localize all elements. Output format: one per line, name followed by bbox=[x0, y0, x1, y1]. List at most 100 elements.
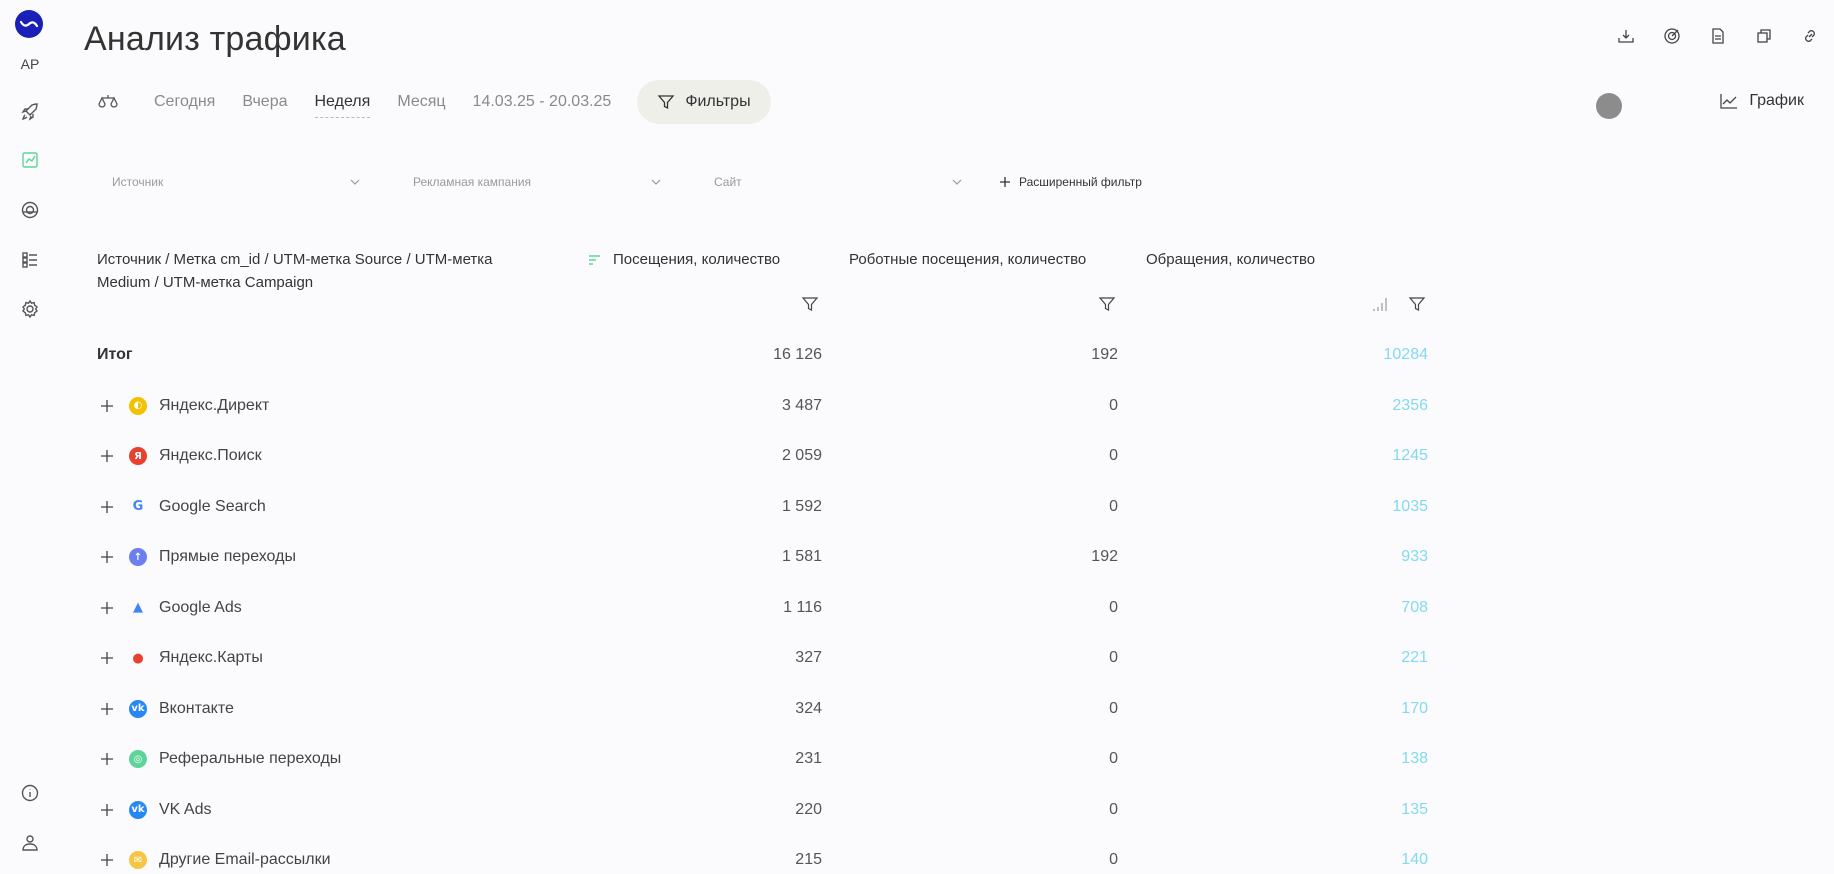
source-name[interactable]: Яндекс.Карты bbox=[159, 649, 263, 667]
line-chart-icon bbox=[1720, 94, 1738, 109]
row-robot-visits: 0 bbox=[1109, 750, 1118, 768]
row-visits: 1 592 bbox=[781, 497, 822, 515]
filter-leads-icon[interactable] bbox=[1407, 294, 1427, 314]
source-name[interactable]: Реферальные переходы bbox=[159, 750, 341, 768]
table-row-0: ◐ Яндекс.Директ 3 487 0 2356 bbox=[0, 381, 1834, 432]
source-name[interactable]: Google Ads bbox=[159, 599, 242, 617]
row-robot-visits: 0 bbox=[1109, 851, 1118, 869]
source-dropdown[interactable]: Источник bbox=[96, 170, 376, 194]
chart-button[interactable]: График bbox=[1719, 92, 1804, 110]
period-yesterday[interactable]: Вчера bbox=[242, 87, 287, 117]
row-leads[interactable]: 135 bbox=[1228, 785, 1428, 836]
table-row-3: ↑ Прямые переходы 1 581 192 933 bbox=[0, 532, 1834, 583]
yandex-direct-icon: ◐ bbox=[129, 396, 147, 415]
table-row-total: Итог 16 126 192 10284 bbox=[0, 330, 1834, 381]
row-visits: 220 bbox=[795, 800, 822, 818]
user-initials[interactable]: AP bbox=[0, 56, 60, 72]
advanced-filter-label: Расширенный фильтр bbox=[1019, 175, 1142, 189]
source-name[interactable]: Другие Email-рассылки bbox=[159, 851, 331, 869]
row-visits: 231 bbox=[795, 750, 822, 768]
row-robot-visits: 0 bbox=[1109, 649, 1118, 667]
analytics-icon[interactable] bbox=[19, 149, 41, 171]
chevron-down-icon bbox=[651, 179, 661, 185]
download-icon[interactable] bbox=[1616, 26, 1636, 46]
filter-robot-visits-icon[interactable] bbox=[1097, 294, 1117, 314]
source-name[interactable]: Прямые переходы bbox=[159, 548, 296, 566]
copy-icon[interactable] bbox=[1754, 26, 1774, 46]
chart-label: График bbox=[1749, 92, 1804, 109]
table-row-6: vk Вконтакте 324 0 170 bbox=[0, 684, 1834, 735]
column-robot-visits[interactable]: Роботные посещения, количество bbox=[849, 248, 1086, 271]
expand-plus-icon[interactable] bbox=[97, 749, 117, 769]
row-visits: 1 581 bbox=[781, 548, 822, 566]
bars-icon[interactable] bbox=[1370, 294, 1390, 314]
column-dimension[interactable]: Источник / Метка cm_id / UTM-метка Sourc… bbox=[97, 248, 547, 294]
goal-icon[interactable] bbox=[1662, 26, 1682, 46]
period-today[interactable]: Сегодня bbox=[154, 87, 215, 117]
expand-plus-icon[interactable] bbox=[97, 547, 117, 567]
source-name[interactable]: Яндекс.Директ bbox=[159, 397, 269, 415]
link-icon[interactable] bbox=[1800, 26, 1820, 46]
row-robot-visits: 0 bbox=[1109, 396, 1118, 414]
yandex-search-icon: Я bbox=[129, 447, 147, 466]
table-row-5: ● Яндекс.Карты 327 0 221 bbox=[0, 633, 1834, 684]
date-range[interactable]: 14.03.25 - 20.03.25 bbox=[473, 93, 612, 111]
row-robot-visits: 0 bbox=[1109, 497, 1118, 515]
row-leads[interactable]: 1245 bbox=[1228, 431, 1428, 482]
expand-plus-icon[interactable] bbox=[97, 699, 117, 719]
rocket-icon[interactable] bbox=[19, 101, 41, 123]
expand-plus-icon[interactable] bbox=[97, 497, 117, 517]
campaign-dropdown-label: Рекламная кампания bbox=[413, 175, 532, 189]
source-name[interactable]: Вконтакте bbox=[159, 700, 234, 718]
row-leads[interactable]: 138 bbox=[1228, 734, 1428, 785]
site-dropdown[interactable]: Сайт bbox=[698, 170, 978, 194]
period-week[interactable]: Неделя bbox=[314, 87, 371, 118]
chevron-down-icon bbox=[350, 179, 360, 185]
row-leads[interactable]: 2356 bbox=[1228, 381, 1428, 432]
source-name[interactable]: Яндекс.Поиск bbox=[159, 447, 262, 465]
row-robot-visits: 0 bbox=[1109, 447, 1118, 465]
expand-plus-icon[interactable] bbox=[97, 396, 117, 416]
table-row-2: G Google Search 1 592 0 1035 bbox=[0, 482, 1834, 533]
source-name[interactable]: Google Search bbox=[159, 498, 266, 516]
column-visits[interactable]: Посещения, количество bbox=[588, 248, 780, 271]
row-leads[interactable]: 140 bbox=[1228, 835, 1428, 874]
expand-plus-icon[interactable] bbox=[97, 800, 117, 820]
column-leads[interactable]: Обращения, количество bbox=[1146, 248, 1315, 271]
row-leads[interactable]: 221 bbox=[1228, 633, 1428, 684]
table-body: Итог 16 126 192 10284 ◐ Яндекс.Директ 3 … bbox=[0, 330, 1834, 874]
source-name[interactable]: VK Ads bbox=[159, 801, 211, 819]
compare-scales-icon[interactable] bbox=[96, 90, 120, 114]
row-robot-visits: 0 bbox=[1109, 598, 1118, 616]
sort-icon bbox=[589, 254, 600, 265]
plus-icon bbox=[1000, 177, 1010, 187]
filters-button[interactable]: Фильтры bbox=[637, 80, 771, 124]
target-icon[interactable] bbox=[19, 199, 41, 221]
row-leads[interactable]: 708 bbox=[1228, 583, 1428, 634]
total-leads[interactable]: 10284 bbox=[1228, 330, 1429, 381]
expand-plus-icon[interactable] bbox=[97, 648, 117, 668]
total-visits: 16 126 bbox=[773, 346, 822, 364]
expand-plus-icon[interactable] bbox=[97, 598, 117, 618]
document-icon[interactable] bbox=[1708, 26, 1728, 46]
row-leads[interactable]: 170 bbox=[1228, 684, 1428, 735]
chevron-down-icon bbox=[952, 179, 962, 185]
site-dropdown-label: Сайт bbox=[714, 175, 742, 189]
total-label: Итог bbox=[97, 346, 133, 364]
row-visits: 1 116 bbox=[783, 598, 822, 616]
row-visits: 215 bbox=[795, 851, 822, 869]
row-leads[interactable]: 933 bbox=[1228, 532, 1428, 583]
top-actions bbox=[1616, 26, 1820, 46]
campaign-dropdown[interactable]: Рекламная кампания bbox=[397, 170, 677, 194]
google-ads-icon: ▲ bbox=[133, 600, 143, 616]
expand-plus-icon[interactable] bbox=[97, 850, 117, 870]
expand-plus-icon[interactable] bbox=[97, 446, 117, 466]
referral-icon: ◎ bbox=[129, 750, 147, 769]
period-month[interactable]: Месяц bbox=[397, 87, 445, 117]
logo-icon[interactable] bbox=[15, 10, 43, 38]
advanced-filter-button[interactable]: Расширенный фильтр bbox=[999, 175, 1142, 189]
row-leads[interactable]: 1035 bbox=[1228, 482, 1428, 533]
filter-visits-icon[interactable] bbox=[800, 294, 820, 314]
filters-label: Фильтры bbox=[685, 93, 751, 110]
row-robot-visits: 192 bbox=[1091, 548, 1118, 566]
